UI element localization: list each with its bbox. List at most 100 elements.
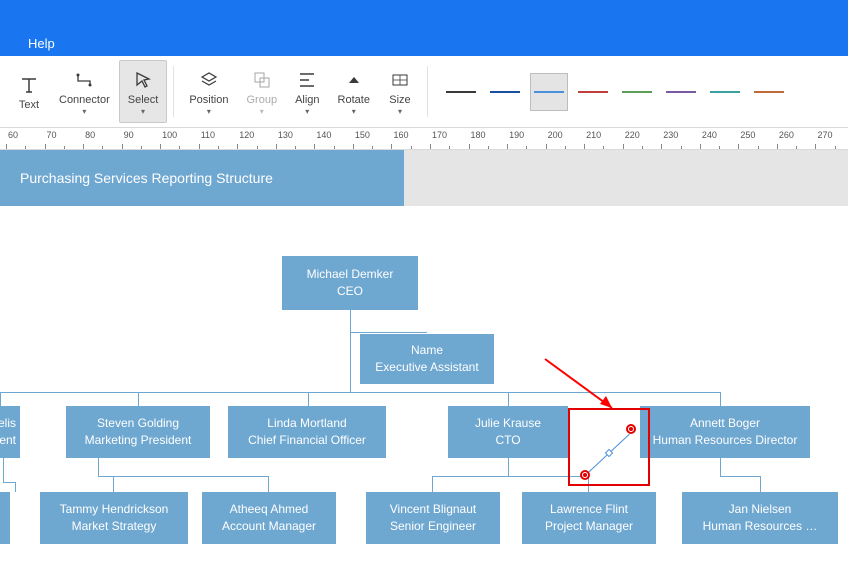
- line-style-swatch[interactable]: [750, 73, 788, 111]
- connector-line: [308, 392, 309, 406]
- chevron-down-icon: ▾: [398, 107, 402, 116]
- line-preview: [578, 91, 608, 93]
- org-node-role: Project Manager: [545, 518, 633, 535]
- line-style-swatch[interactable]: [662, 73, 700, 111]
- position-button[interactable]: Position ▾: [180, 60, 237, 123]
- connector-line: [760, 476, 761, 492]
- org-node-partial-left[interactable]: [0, 492, 10, 544]
- org-node[interactable]: Steven Golding Marketing President: [66, 406, 210, 458]
- horizontal-ruler: 6070809010011012013014015016017018019020…: [0, 128, 848, 150]
- size-icon: [388, 68, 412, 92]
- line-preview: [446, 91, 476, 93]
- org-node-role: Human Resources …: [703, 518, 818, 535]
- canvas-margin: [404, 150, 848, 206]
- connector-end-handle[interactable]: [626, 424, 636, 434]
- line-style-swatch[interactable]: [706, 73, 744, 111]
- line-preview: [754, 91, 784, 93]
- connector-line: [113, 476, 114, 492]
- select-tool-button[interactable]: Select ▾: [119, 60, 168, 123]
- org-node[interactable]: Annett Boger Human Resources Director: [640, 406, 810, 458]
- org-node-role: Senior Engineer: [390, 518, 476, 535]
- org-node[interactable]: Jan Nielsen Human Resources …: [682, 492, 838, 544]
- selection-box[interactable]: [568, 408, 650, 486]
- connector-line: [720, 476, 760, 477]
- org-node-role: Chief Financial Officer: [248, 432, 366, 449]
- org-node-name: Lawrence Flint: [550, 501, 628, 518]
- connector-tool-button[interactable]: Connector ▾: [50, 60, 119, 123]
- org-node-role: Account Manager: [222, 518, 316, 535]
- connector-line: [350, 332, 351, 392]
- org-node-role: Executive Assistant: [375, 359, 478, 376]
- org-node-role: Human Resources Director: [653, 432, 798, 449]
- connector-line: [720, 458, 721, 476]
- org-node-role: CTO: [495, 432, 520, 449]
- align-icon: [295, 68, 319, 92]
- position-icon: [197, 68, 221, 92]
- org-node-ea[interactable]: Name Executive Assistant: [360, 334, 494, 384]
- org-node-name: Julie Krause: [475, 415, 541, 432]
- text-tool-button[interactable]: Text: [8, 60, 50, 123]
- diagram-canvas[interactable]: Purchasing Services Reporting Structure …: [0, 150, 848, 569]
- connector-line: [0, 392, 1, 406]
- group-button: Group ▾: [237, 60, 286, 123]
- connector-line: [350, 332, 427, 333]
- connector-line: [720, 392, 721, 406]
- org-node[interactable]: Linda Mortland Chief Financial Officer: [228, 406, 386, 458]
- line-style-gallery: [434, 60, 796, 123]
- diagram-title-block[interactable]: Purchasing Services Reporting Structure: [0, 150, 404, 206]
- connector-line: [432, 476, 588, 477]
- menu-help[interactable]: Help: [28, 36, 55, 51]
- line-style-swatch[interactable]: [530, 73, 568, 111]
- org-node-role: CEO: [337, 283, 363, 300]
- line-preview: [666, 91, 696, 93]
- org-node[interactable]: Vincent Blignaut Senior Engineer: [366, 492, 500, 544]
- chevron-down-icon: ▾: [305, 107, 309, 116]
- connector-line: [508, 458, 509, 476]
- line-style-swatch[interactable]: [618, 73, 656, 111]
- size-button[interactable]: Size ▾: [379, 60, 421, 123]
- connector-line: [98, 458, 99, 476]
- org-node-name: Annett Boger: [690, 415, 760, 432]
- text-icon: [17, 73, 41, 97]
- connector-line: [508, 392, 509, 406]
- org-node-name: Jan Nielsen: [729, 501, 792, 518]
- org-node-name: Tammy Hendrickson: [60, 501, 169, 518]
- connector-line: [432, 476, 433, 492]
- org-node-name: Michael Demker: [307, 266, 394, 283]
- line-preview: [622, 91, 652, 93]
- connector-line: [138, 392, 139, 406]
- org-node-role: Marketing President: [85, 432, 192, 449]
- org-node-name: Linda Mortland: [267, 415, 346, 432]
- org-node-ceo[interactable]: Michael Demker CEO: [282, 256, 418, 310]
- align-button[interactable]: Align ▾: [286, 60, 328, 123]
- org-node-name: Atheeq Ahmed: [230, 501, 309, 518]
- chevron-down-icon: ▾: [207, 107, 211, 116]
- line-style-swatch[interactable]: [442, 73, 480, 111]
- rotate-button[interactable]: Rotate ▾: [329, 60, 379, 123]
- connector-line: [15, 482, 16, 492]
- org-node[interactable]: Tammy Hendrickson Market Strategy: [40, 492, 188, 544]
- org-node-role: Market Strategy: [72, 518, 157, 535]
- rotate-icon: [342, 68, 366, 92]
- line-preview: [534, 91, 564, 93]
- org-node-name: Steven Golding: [97, 415, 179, 432]
- connector-line: [350, 310, 351, 332]
- chevron-down-icon: ▾: [82, 107, 86, 116]
- line-style-swatch[interactable]: [486, 73, 524, 111]
- chevron-down-icon: ▾: [260, 107, 264, 116]
- org-node-name: Vincent Blignaut: [390, 501, 477, 518]
- ribbon: Text Connector ▾ Select ▾ Position ▾: [0, 56, 848, 128]
- org-node-role: dent: [0, 432, 16, 449]
- line-preview: [710, 91, 740, 93]
- connector-icon: [72, 68, 96, 92]
- line-preview: [490, 91, 520, 93]
- org-node-partial-left[interactable]: elis dent: [0, 406, 20, 458]
- org-node-name: Name: [411, 342, 443, 359]
- line-style-swatch[interactable]: [574, 73, 612, 111]
- connector-start-handle[interactable]: [580, 470, 590, 480]
- org-node[interactable]: Lawrence Flint Project Manager: [522, 492, 656, 544]
- connector-line: [3, 482, 15, 483]
- org-node[interactable]: Atheeq Ahmed Account Manager: [202, 492, 336, 544]
- org-node-name: elis: [0, 415, 16, 432]
- chevron-down-icon: ▾: [352, 107, 356, 116]
